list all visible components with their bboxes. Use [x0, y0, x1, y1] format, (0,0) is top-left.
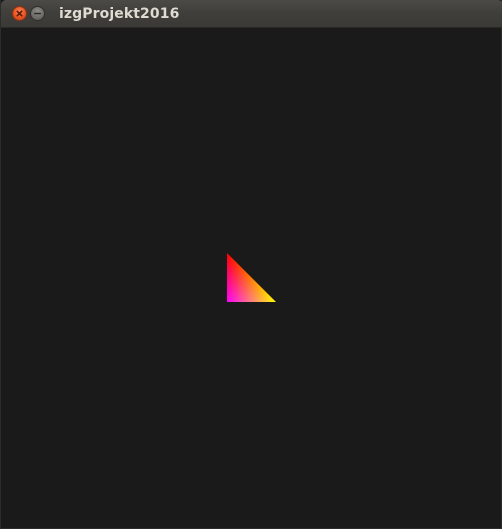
title-bar[interactable]: izgProjekt2016	[1, 0, 502, 28]
minimize-icon	[33, 12, 41, 15]
minimize-button[interactable]	[30, 6, 45, 21]
window-title: izgProjekt2016	[59, 6, 180, 22]
render-viewport	[227, 253, 276, 302]
app-window: izgProjekt2016	[0, 0, 502, 529]
render-canvas[interactable]	[1, 28, 501, 528]
rgb-triangle	[227, 253, 276, 302]
close-icon	[16, 10, 23, 17]
close-button[interactable]	[12, 6, 27, 21]
